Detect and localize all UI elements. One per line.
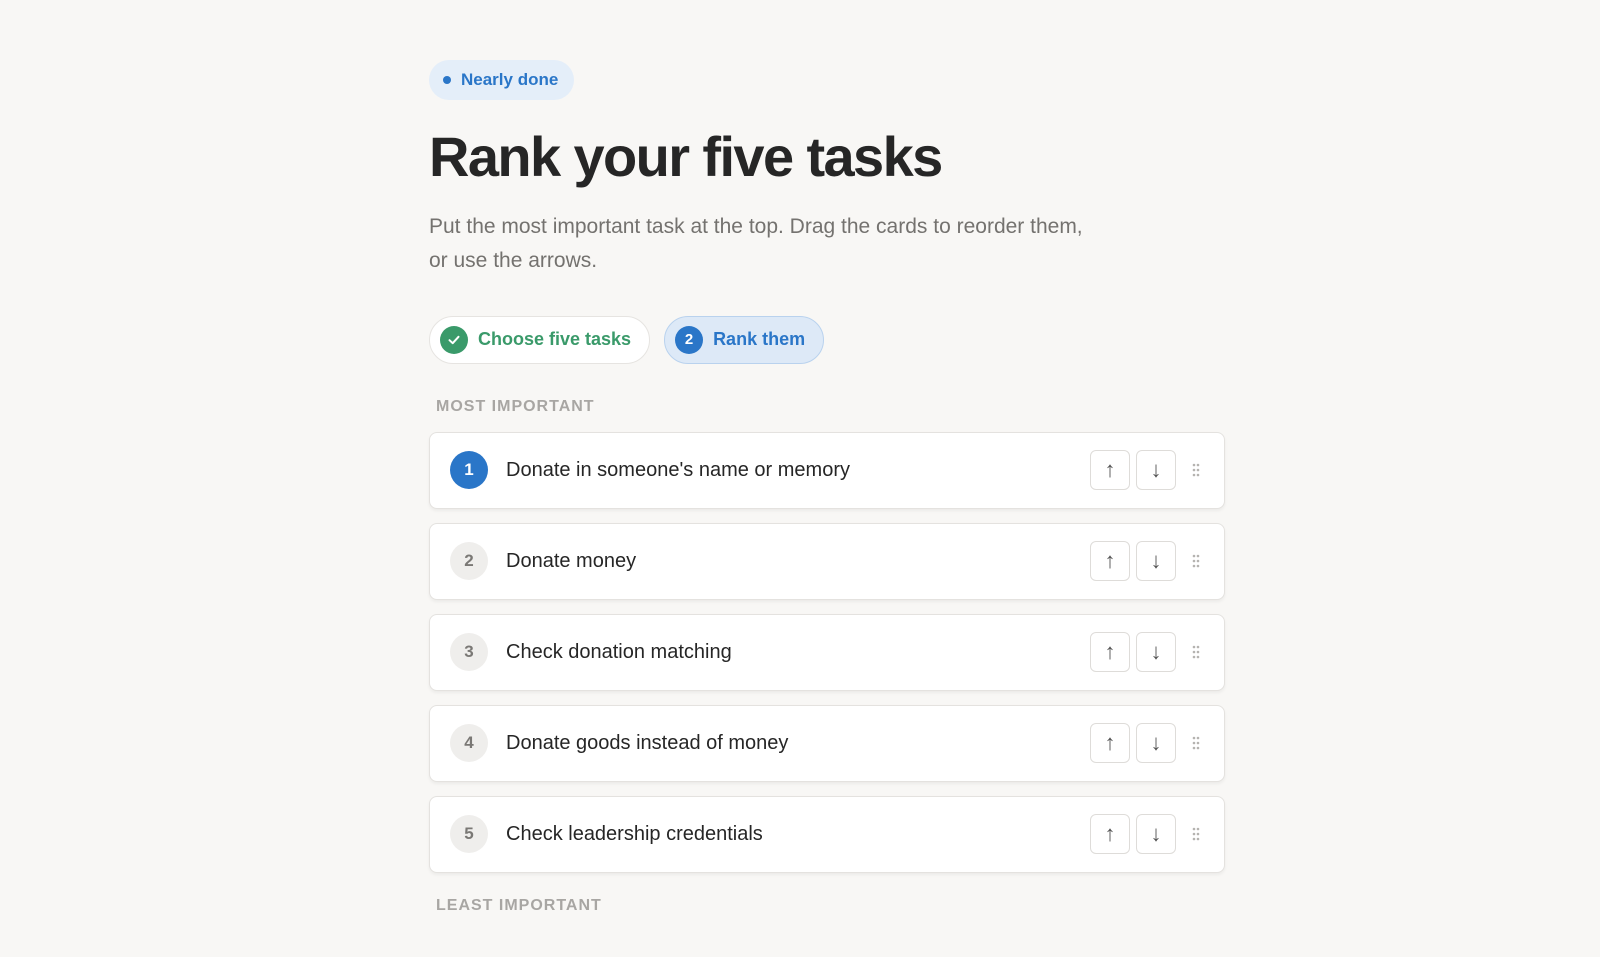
subtitle-line-1: Put the most important task at the top. …: [429, 214, 1083, 238]
drag-handle-icon[interactable]: [1184, 463, 1208, 477]
status-label: Nearly done: [461, 70, 559, 89]
ranking-page: Nearly done Rank your five tasks Put the…: [429, 60, 1225, 915]
move-down-button[interactable]: ↓: [1136, 723, 1176, 764]
step-number-badge: 2: [675, 325, 704, 354]
move-down-button[interactable]: ↓: [1136, 814, 1176, 855]
rank-badge: 5: [450, 815, 488, 854]
move-up-button[interactable]: ↑: [1090, 814, 1130, 855]
task-card[interactable]: 3 Check donation matching ↑ ↓: [429, 613, 1225, 691]
rank-badge: 1: [450, 451, 488, 490]
step-choose-tasks[interactable]: Choose five tasks: [429, 315, 651, 364]
task-label: Check leadership credentials: [506, 822, 763, 845]
page-subtitle: Put the most important task at the top. …: [429, 210, 1225, 278]
task-card[interactable]: 5 Check leadership credentials ↑ ↓: [429, 795, 1225, 873]
drag-handle-icon[interactable]: [1184, 554, 1208, 568]
task-label: Donate in someone's name or memory: [506, 458, 850, 481]
task-card[interactable]: 2 Donate money ↑ ↓: [429, 522, 1225, 600]
page-title: Rank your five tasks: [429, 125, 943, 188]
move-up-button[interactable]: ↑: [1090, 541, 1130, 582]
task-list: 1 Donate in someone's name or memory ↑ ↓…: [429, 431, 1225, 873]
task-label: Donate goods instead of money: [506, 731, 789, 754]
rank-badge: 4: [450, 724, 488, 763]
move-up-button[interactable]: ↑: [1090, 723, 1130, 764]
rank-badge: 3: [450, 633, 488, 672]
rank-badge: 2: [450, 542, 488, 581]
task-label: Donate money: [506, 549, 637, 572]
status-dot-icon: [443, 76, 451, 84]
step-label: Rank them: [713, 329, 806, 350]
check-icon: [440, 325, 468, 354]
drag-handle-icon[interactable]: [1184, 827, 1208, 841]
most-important-label: MOST IMPORTANT: [436, 397, 595, 415]
move-up-button[interactable]: ↑: [1090, 632, 1130, 673]
task-label: Check donation matching: [506, 640, 732, 663]
drag-handle-icon[interactable]: [1184, 645, 1208, 659]
status-pill: Nearly done: [429, 60, 575, 100]
task-card[interactable]: 4 Donate goods instead of money ↑ ↓: [429, 704, 1225, 782]
subtitle-line-2: or use the arrows.: [429, 248, 598, 272]
move-down-button[interactable]: ↓: [1136, 632, 1176, 673]
move-up-button[interactable]: ↑: [1090, 450, 1130, 491]
drag-handle-icon[interactable]: [1184, 736, 1208, 750]
move-down-button[interactable]: ↓: [1136, 450, 1176, 491]
step-indicator: Choose five tasks 2 Rank them: [429, 315, 1225, 364]
step-rank-them[interactable]: 2 Rank them: [664, 315, 825, 364]
move-down-button[interactable]: ↓: [1136, 541, 1176, 582]
task-card[interactable]: 1 Donate in someone's name or memory ↑ ↓: [429, 431, 1225, 509]
least-important-label: LEAST IMPORTANT: [436, 896, 602, 914]
step-label: Choose five tasks: [478, 329, 632, 350]
